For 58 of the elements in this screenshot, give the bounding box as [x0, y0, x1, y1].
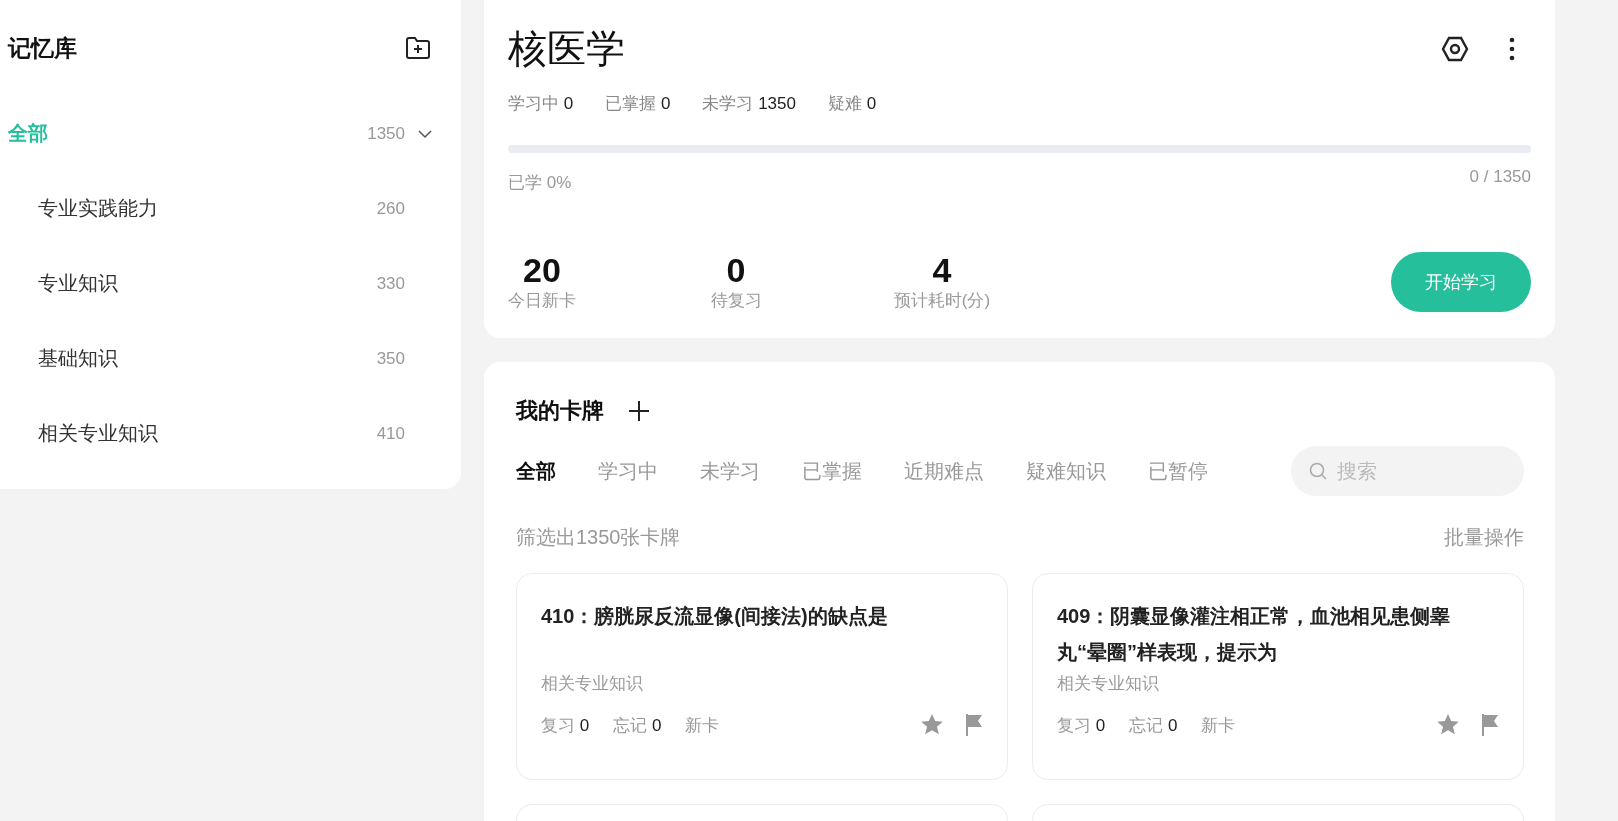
review-count: 复习 0 [541, 714, 590, 737]
batch-action-link[interactable]: 批量操作 [1444, 524, 1524, 552]
stat-text: 学习中 0 [508, 93, 574, 115]
flag-icon [1480, 713, 1500, 738]
search-icon [1309, 462, 1327, 481]
status-text: 新卡 [685, 714, 720, 737]
category-text: 相关专业知识 [1057, 673, 1160, 696]
star-icon [1436, 713, 1460, 737]
question-card[interactable]: 410：膀胱尿反流显像(间接法)的缺点是 相关专业知识 复习 0 忘记 0 新卡 [516, 573, 1008, 781]
sidebar-item[interactable]: 专业知识 330 [8, 246, 461, 321]
plus-icon [628, 400, 650, 423]
question-text: 410：膀胱尿反流显像(间接法)的缺点是 [541, 604, 889, 630]
settings-icon [1441, 35, 1469, 63]
sidebar-item[interactable]: 基础知识 350 [8, 321, 461, 396]
metric-value: 4 [932, 252, 952, 290]
progress-reading: 0 / 1350 [1469, 167, 1531, 188]
more-button[interactable] [1509, 37, 1515, 61]
settings-button[interactable] [1441, 35, 1469, 63]
sidebar-item[interactable]: 全部 1350 [8, 96, 461, 171]
progress-label: 已学 0% [508, 172, 572, 194]
metric-value: 20 [523, 252, 561, 290]
category-text: 相关专业知识 [541, 673, 644, 696]
stat-text: 疑难 0 [827, 93, 877, 115]
filter-tab[interactable]: 未学习 [700, 457, 760, 485]
filter-tab[interactable]: 近期难点 [904, 457, 984, 485]
flag-button[interactable] [964, 713, 984, 738]
star-icon [920, 713, 944, 737]
filter-tab[interactable]: 学习中 [598, 457, 658, 485]
forget-count: 忘记 0 [613, 714, 662, 737]
status-text: 新卡 [1201, 714, 1236, 737]
question-text: 409：阴囊显像灌注相正常，血池相见患侧睾丸“晕圈”样表现，提示为 [1057, 604, 1452, 666]
filter-tab[interactable]: 疑难知识 [1026, 457, 1106, 485]
stat-text: 已掌握 0 [605, 93, 671, 115]
filter-summary: 筛选出1350张卡牌 [516, 525, 681, 551]
stat-text: 未学习 1350 [702, 93, 796, 115]
start-button[interactable]: 开始学习 [1391, 252, 1531, 313]
filter-tab[interactable]: 已暂停 [1148, 457, 1208, 485]
add-button[interactable] [628, 400, 650, 423]
panel-title: 我的卡牌 [516, 397, 604, 426]
flag-icon [964, 713, 984, 738]
search-field[interactable]: 搜索 [1291, 446, 1524, 497]
metric-label: 预计耗时(分) [893, 290, 991, 313]
filter-tab[interactable]: 已掌握 [802, 457, 862, 485]
review-count: 复习 0 [1057, 714, 1106, 737]
question-card[interactable]: 409：阴囊显像灌注相正常，血池相见患侧睾丸“晕圈”样表现，提示为 相关专业知识 复习 0 忘记 0 新卡 [1032, 573, 1524, 781]
sidebar-item[interactable]: 专业实践能力 260 [8, 171, 461, 246]
metric-value: 0 [726, 252, 746, 290]
metric-label: 待复习 [710, 290, 762, 313]
flag-button[interactable] [1480, 713, 1500, 738]
metric-label: 今日新卡 [508, 290, 576, 313]
sidebar-item[interactable]: 相关专业知识 410 [8, 396, 461, 471]
forget-count: 忘记 0 [1129, 714, 1178, 737]
deck-title: 核医学 [508, 26, 625, 72]
more-icon [1509, 37, 1515, 61]
filter-tab[interactable]: 全部 [516, 457, 556, 485]
sidebar-title: 记忆库 [8, 33, 77, 63]
folder-plus-icon [405, 36, 431, 60]
new-folder-button[interactable] [405, 36, 431, 60]
